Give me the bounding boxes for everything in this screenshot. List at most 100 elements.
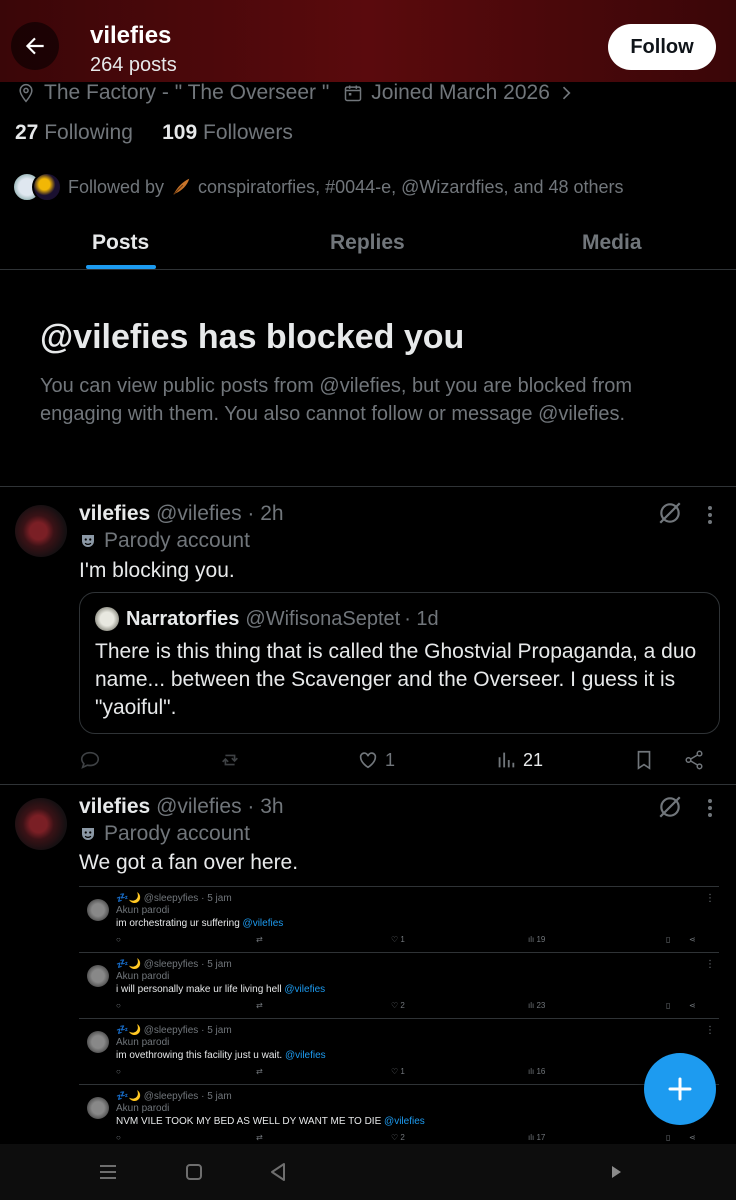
bookmark-icon — [637, 750, 651, 770]
heart-icon — [359, 752, 377, 769]
mini-post-actions: ○⇄♡ 1ılı 16▯⋖ — [116, 1067, 696, 1076]
tab-replies[interactable]: Replies — [330, 216, 405, 270]
arrow-left-icon — [25, 37, 44, 55]
avatar[interactable] — [15, 505, 67, 557]
post-author-name[interactable]: vilefies — [79, 502, 150, 525]
recents-button[interactable] — [96, 1160, 120, 1184]
reply-icon — [80, 751, 100, 769]
assist-button[interactable] — [604, 1160, 628, 1184]
followed-by[interactable]: Followed by conspiratorfies, #0044-e, @W… — [12, 171, 624, 203]
like-count: 1 — [385, 749, 396, 770]
mini-post-badge: Akun parodi — [116, 1103, 170, 1114]
divider — [0, 486, 736, 487]
share-button[interactable] — [683, 745, 705, 775]
analytics-icon — [498, 752, 515, 768]
mini-post-badge: Akun parodi — [116, 971, 170, 982]
menu-lines-icon — [100, 1165, 116, 1179]
avatar — [87, 1031, 109, 1053]
grok-icon[interactable] — [657, 794, 683, 820]
mini-post-actions: ○ ⇄ ♡ 2 ılı 23 ▯ ⋖ — [116, 1001, 696, 1010]
play-triangle-icon — [612, 1166, 621, 1178]
mini-post-badge: Akun parodi — [116, 1037, 170, 1048]
calendar-icon — [345, 85, 362, 102]
theater-masks-icon — [82, 535, 94, 547]
grok-icon[interactable] — [657, 500, 683, 526]
post-author-name[interactable]: vilefies — [79, 795, 150, 818]
location-pin-icon — [19, 83, 33, 103]
mini-post-text: NVM VILE TOOK MY BED AS WELL DY WANT ME … — [116, 1116, 425, 1127]
reply-button[interactable] — [79, 745, 101, 775]
mini-post-actions: ○ ⇄ ♡ 1 ılı 19 ▯ ⋖ — [116, 935, 696, 944]
profile-header: vilefies 264 posts Follow — [0, 0, 736, 82]
follower-avatar — [32, 172, 62, 202]
header-post-count: 264 posts — [90, 54, 177, 76]
follow-button[interactable]: Follow — [608, 24, 716, 70]
post-handle: @vilefies — [156, 502, 242, 525]
profile-tabs: Posts Replies Media — [0, 216, 736, 270]
avatar — [87, 1097, 109, 1119]
chevron-right-icon[interactable] — [556, 83, 576, 103]
system-nav-bar — [0, 1144, 736, 1200]
parody-label: Parody account — [79, 529, 250, 553]
active-tab-indicator — [86, 265, 156, 269]
repost-icon — [222, 754, 238, 766]
post-handle: @vilefies — [156, 795, 242, 818]
back-triangle-icon — [271, 1163, 285, 1181]
tab-posts[interactable]: Posts — [92, 216, 149, 270]
following-link[interactable]: 27 Following — [15, 121, 133, 144]
post-text: I'm blocking you. — [79, 559, 235, 582]
profile-joined: Joined March 2026 — [371, 81, 550, 104]
home-button[interactable] — [182, 1160, 206, 1184]
quote-time: · 1d — [404, 607, 439, 630]
mini-post-badge: Akun parodi — [116, 905, 170, 916]
mini-post-text: im orchestrating ur suffering @vilefies — [116, 918, 284, 929]
compose-button[interactable] — [644, 1053, 716, 1125]
like-button[interactable]: 1 — [357, 745, 395, 775]
avatar — [87, 899, 109, 921]
plus-icon — [668, 1077, 692, 1101]
avatar — [95, 607, 119, 631]
system-back-button[interactable] — [266, 1160, 290, 1184]
tab-media[interactable]: Media — [582, 216, 642, 270]
parody-label: Parody account — [79, 822, 250, 846]
list-item: 💤🌙 @sleepyfies · 5 jam Akun parodi im ov… — [79, 1018, 719, 1084]
quote-text: There is this thing that is called the G… — [95, 640, 697, 719]
post-time: · 3h — [247, 795, 284, 818]
followed-by-names: conspiratorfies, #0044-e, @Wizardfies, a… — [198, 176, 624, 197]
blocked-description: You can view public posts from @vilefies… — [40, 375, 633, 425]
follow-counts: 27 Following 109 Followers — [15, 121, 293, 145]
divider — [0, 784, 736, 785]
list-item: 💤🌙 @sleepyfies · 5 jam Akun parodi im or… — [79, 886, 719, 952]
more-options-icon[interactable] — [700, 503, 720, 527]
repost-button[interactable] — [219, 745, 241, 775]
theater-masks-icon — [82, 828, 94, 840]
mini-post-name: 💤🌙 @sleepyfies · 5 jam — [116, 959, 232, 970]
views-button[interactable]: 21 — [495, 745, 543, 775]
post-time: · 2h — [247, 502, 284, 525]
attached-screenshot[interactable]: 💤🌙 @sleepyfies · 5 jam Akun parodi im or… — [79, 886, 719, 1146]
view-count: 21 — [523, 749, 544, 770]
quote-handle: @WifisonaSeptet — [245, 607, 401, 630]
feather-icon — [173, 178, 190, 195]
post-header: vilefies @vilefies · 3h — [79, 795, 284, 819]
followers-link[interactable]: 109 Followers — [162, 121, 293, 144]
post-actions: 1 21 — [79, 745, 720, 775]
post-header: vilefies @vilefies · 2h — [79, 502, 284, 526]
followed-by-prefix: Followed by — [68, 176, 165, 197]
profile-meta: The Factory - " The Overseer " Joined Ma… — [16, 80, 576, 106]
bookmark-button[interactable] — [633, 745, 655, 775]
blocked-title: @vilefies has blocked you — [40, 318, 465, 356]
mini-post-text: i will personally make ur life living he… — [116, 984, 326, 995]
profile-location: The Factory - " The Overseer " — [44, 81, 330, 104]
mini-post-name: 💤🌙 @sleepyfies · 5 jam — [116, 1091, 232, 1102]
mini-post-name: 💤🌙 @sleepyfies · 5 jam — [116, 893, 232, 904]
post-text: We got a fan over here. — [79, 851, 299, 874]
mini-post-name: 💤🌙 @sleepyfies · 5 jam — [116, 1025, 232, 1036]
header-name: vilefies — [90, 22, 172, 49]
quoted-post[interactable]: Narratorfies @WifisonaSeptet · 1d There … — [79, 592, 720, 734]
quote-author-name: Narratorfies — [126, 607, 240, 630]
avatar[interactable] — [15, 798, 67, 850]
share-icon — [685, 750, 703, 770]
back-button[interactable] — [11, 22, 59, 70]
more-options-icon[interactable] — [700, 796, 720, 820]
